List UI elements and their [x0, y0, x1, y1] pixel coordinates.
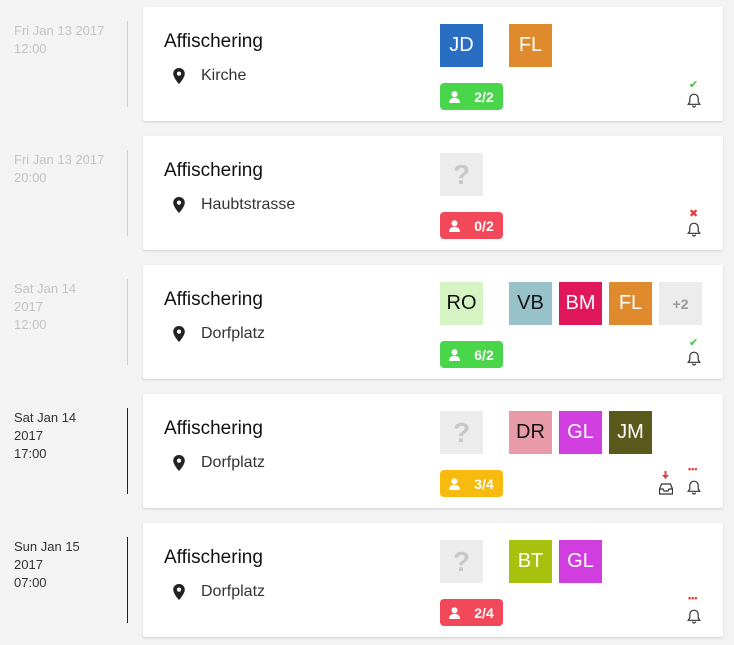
unassigned-slot-avatar[interactable]: ? — [440, 540, 483, 583]
event-date: Sat Jan 14 2017 17:00 — [14, 409, 124, 463]
event-date-line: Sun Jan 15 — [14, 539, 80, 554]
status-confirmed-icon: ✔ — [689, 337, 699, 349]
participants-count-label: 0/2 — [474, 217, 494, 234]
event-location: Dorfplatz — [172, 454, 265, 472]
event-row[interactable]: Sun Jan 15 2017 07:00 Affischering Dorfplatz… — [0, 523, 734, 639]
participant-avatar[interactable]: JD — [440, 24, 483, 67]
status-confirmed-icon: ✔ — [689, 79, 699, 91]
event-row[interactable]: Sat Jan 14 2017 12:00 Affischering Dorfplatz… — [0, 265, 734, 381]
status-pending-icon: ••• — [688, 464, 698, 474]
person-icon — [449, 219, 467, 232]
participant-avatar[interactable]: DR — [509, 411, 552, 454]
participant-avatar[interactable]: FL — [509, 24, 552, 67]
event-date: Sat Jan 14 2017 12:00 — [14, 280, 124, 334]
event-date-line: 20:00 — [14, 170, 47, 185]
event-card[interactable]: Affischering Haubtstrasse? 0/2 ✖ — [143, 136, 723, 250]
event-location: Dorfplatz — [172, 325, 265, 343]
participants-count-label: 6/2 — [474, 346, 494, 363]
event-row[interactable]: Sat Jan 14 2017 17:00 Affischering Dorfplatz… — [0, 394, 734, 510]
status-declined-icon: ✖ — [689, 208, 699, 220]
event-row[interactable]: Fri Jan 13 2017 12:00 Affischering Kirche JD… — [0, 7, 734, 123]
participant-avatar[interactable]: BT — [509, 540, 552, 583]
event-date-line: 07:00 — [14, 575, 47, 590]
participants-count-badge: 6/2 — [440, 341, 503, 368]
event-location: Dorfplatz — [172, 583, 265, 601]
participants-count-badge: 0/2 — [440, 212, 503, 239]
participant-avatar[interactable]: JM — [609, 411, 652, 454]
event-date-line: 12:00 — [14, 41, 47, 56]
event-card[interactable]: Affischering Kirche JD FL 2/2 ✔ — [143, 7, 723, 121]
event-date-line: Sat Jan 14 — [14, 281, 77, 296]
participants-count-label: 3/4 — [474, 475, 494, 492]
event-title: Affischering — [164, 31, 263, 52]
participants-count-badge: 2/4 — [440, 599, 503, 626]
event-title: Affischering — [164, 289, 263, 310]
event-card[interactable]: Affischering Dorfplatz RO VB BM FL +2 6/2 ✔ — [143, 265, 723, 379]
participant-avatar[interactable]: RO — [440, 282, 483, 325]
event-date-line: Fri Jan 13 2017 — [14, 152, 105, 167]
status-pending-icon: ••• — [688, 593, 698, 603]
person-icon — [449, 348, 467, 361]
event-title: Affischering — [164, 547, 263, 568]
participant-avatar[interactable]: BM — [559, 282, 602, 325]
location-pin-icon — [172, 584, 201, 600]
event-date: Sun Jan 15 2017 07:00 — [14, 538, 124, 592]
participants-count-badge: 2/2 — [440, 83, 503, 110]
event-row[interactable]: Fri Jan 13 2017 20:00 Affischering Haubtstr… — [0, 136, 734, 252]
person-icon — [449, 90, 467, 103]
unassigned-slot-avatar[interactable]: ? — [440, 411, 483, 454]
location-pin-icon — [172, 68, 201, 84]
timeline-divider — [127, 279, 128, 365]
person-icon — [449, 606, 467, 619]
event-date-line: 17:00 — [14, 446, 47, 461]
event-card[interactable]: Affischering Dorfplatz? BT GL 2/4 ••• — [143, 523, 723, 637]
event-location-label: Kirche — [201, 67, 247, 84]
participant-avatar[interactable]: VB — [509, 282, 552, 325]
participants-count-label: 2/2 — [474, 88, 494, 105]
timeline-divider — [127, 408, 128, 494]
participant-avatar[interactable]: GL — [559, 411, 602, 454]
event-location: Kirche — [172, 67, 246, 85]
participants-count-label: 2/4 — [474, 604, 494, 621]
bell-icon[interactable] — [687, 93, 701, 113]
unassigned-slot-avatar[interactable]: ? — [440, 153, 483, 196]
event-title: Affischering — [164, 418, 263, 439]
more-participants-avatar[interactable]: +2 — [659, 282, 702, 325]
event-date-line: 12:00 — [14, 317, 47, 332]
participants-count-badge: 3/4 — [440, 470, 503, 497]
person-icon — [449, 477, 467, 490]
event-location-label: Dorfplatz — [201, 454, 266, 471]
location-pin-icon — [172, 197, 201, 213]
event-date-line: 2017 — [14, 299, 43, 314]
bell-icon[interactable] — [687, 480, 701, 500]
bell-icon[interactable] — [687, 351, 701, 371]
event-date-line: Fri Jan 13 2017 — [14, 23, 105, 38]
event-location-label: Haubtstrasse — [201, 196, 296, 213]
event-location: Haubtstrasse — [172, 196, 295, 214]
event-date: Fri Jan 13 2017 12:00 — [14, 22, 124, 58]
event-date-line: Sat Jan 14 — [14, 410, 77, 425]
location-pin-icon — [172, 326, 201, 342]
event-date-line: 2017 — [14, 557, 43, 572]
timeline-divider — [127, 150, 128, 236]
participant-avatar[interactable]: GL — [559, 540, 602, 583]
event-card[interactable]: Affischering Dorfplatz? DR GL JM 3/4 ••• — [143, 394, 723, 508]
participant-avatar[interactable]: FL — [609, 282, 652, 325]
event-location-label: Dorfplatz — [201, 583, 266, 600]
event-date-line: 2017 — [14, 428, 43, 443]
timeline-divider — [127, 21, 128, 107]
bell-icon[interactable] — [687, 222, 701, 242]
event-date: Fri Jan 13 2017 20:00 — [14, 151, 124, 187]
event-location-label: Dorfplatz — [201, 325, 266, 342]
timeline-divider — [127, 537, 128, 623]
location-pin-icon — [172, 455, 201, 471]
event-title: Affischering — [164, 160, 263, 181]
inbox-icon[interactable] — [658, 482, 674, 500]
bell-icon[interactable] — [687, 609, 701, 629]
